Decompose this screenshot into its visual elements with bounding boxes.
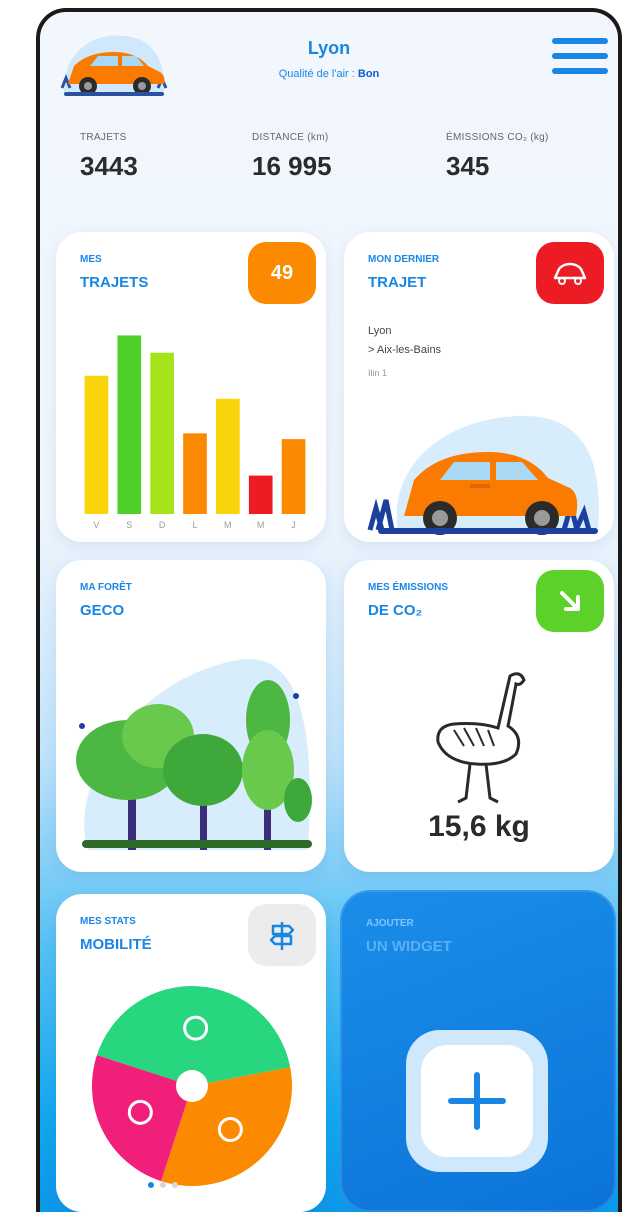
plus-icon [448,1072,506,1130]
add-widget-button[interactable] [406,1030,548,1172]
stat-value: 3443 [80,151,138,181]
stat-label: DISTANCE (km) [252,132,329,143]
widget-title-top: MES STATS [80,916,136,927]
weekly-bar-chart [84,335,306,514]
bar [248,475,273,514]
widget-title: TRAJET [368,274,427,291]
widget-title: DE CO₂ [368,602,423,619]
page-dot[interactable] [172,1182,178,1188]
widget-title: TRAJETS [80,274,149,291]
widget-title-top: MA FORÊT [80,582,132,593]
widget-title-top: AJOUTER [366,918,414,929]
menu-icon[interactable] [552,38,608,82]
bar [216,398,240,514]
trip-date: Ilin 1 [368,368,388,378]
widget-mobility[interactable]: MES STATS MOBILITÉ [56,894,326,1212]
widget-title-top: MES ÉMISSIONS [368,582,449,593]
bar [150,352,174,514]
page-dot[interactable] [160,1182,166,1188]
co2-value: 15,6 kg [428,810,530,843]
widget-title: UN WIDGET [366,938,452,955]
stat-value: 16 995 [252,151,332,181]
day-label: V [93,520,100,530]
bar [117,335,142,514]
car-icon [536,242,604,304]
air-quality-label: Qualité de l'air : [278,68,355,80]
day-label: M [256,520,265,530]
widget-title: GECO [80,602,125,619]
stat-emissions: ÉMISSIONS CO₂ (kg) 345 [446,132,549,182]
stat-trips: TRAJETS 3443 [80,132,138,182]
widget-emissions[interactable]: MES ÉMISSIONS DE CO₂ 15,6 kg [344,560,614,872]
widget-title: MOBILITÉ [80,936,152,953]
trip-from: Lyon [368,325,392,337]
ostrich-icon [436,672,526,804]
trip-count-badge: 49 [248,242,316,304]
widget-trips[interactable]: MES TRAJETS 49 V S D L M M J [56,232,326,542]
widget-title-top: MON DERNIER [368,254,440,265]
mobility-pie-chart [91,986,292,1186]
day-label: L [192,520,198,530]
page-indicator[interactable] [148,1182,184,1188]
page-dot[interactable] [148,1182,154,1188]
day-label: S [126,520,133,530]
car-illustration [367,415,599,535]
bar [281,439,306,514]
trip-to: > Aix-les-Bains [368,344,442,356]
stat-label: TRAJETS [80,132,127,143]
day-label: J [291,520,296,530]
stat-distance: DISTANCE (km) 16 995 [252,132,332,182]
stat-value: 345 [446,151,490,181]
bar [183,433,207,514]
day-label: M [224,520,232,530]
stat-label: ÉMISSIONS CO₂ (kg) [446,132,549,143]
widget-last-trip[interactable]: MON DERNIER TRAJET Lyon > Aix-les-Bains … [344,232,614,542]
day-label: D [158,520,166,530]
air-quality-value: Bon [357,68,380,80]
city-name: Lyon [307,38,351,58]
car-illustration [60,35,168,96]
signpost-icon [248,904,316,966]
widget-forest[interactable]: MA FORÊT GECO [56,560,326,872]
widget-title-top: MES [80,254,102,265]
header: Lyon Qualité de l'air : Bon [40,12,618,122]
trend-down-icon [536,570,604,632]
trip-route: Lyon > Aix-les-Bains [368,322,441,360]
bar [84,375,109,514]
add-widget-card[interactable]: AJOUTER UN WIDGET [340,890,616,1212]
forest-illustration [76,659,312,850]
pie-center [176,1070,208,1102]
air-quality: Qualité de l'air : Bon [40,68,618,80]
bar-day-labels: VSDLMMJ [80,520,310,530]
screen: Lyon Qualité de l'air : Bon TRAJETS 3443… [40,12,618,1212]
